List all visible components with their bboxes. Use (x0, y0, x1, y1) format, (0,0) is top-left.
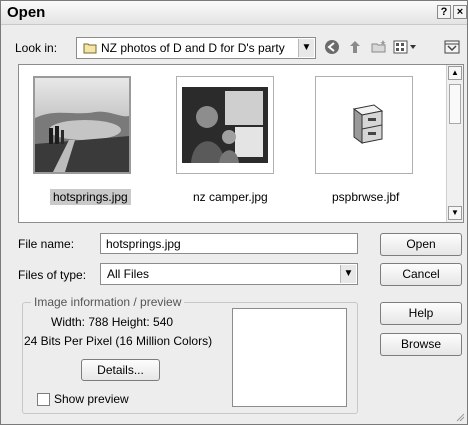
file-list[interactable]: hotsprings.jpg nz camper.jpg pspbrwse.jb… (18, 64, 464, 223)
photo-camper (177, 77, 273, 173)
file-name-value: hotsprings.jpg (106, 237, 181, 251)
open-dialog: Open ? × Look in: NZ photos of D and D f… (0, 0, 468, 425)
close-button[interactable]: × (453, 5, 467, 19)
filename-camper[interactable]: nz camper.jpg (190, 189, 271, 205)
chevron-down-icon[interactable]: ▼ (340, 265, 356, 283)
file-name-input[interactable]: hotsprings.jpg (100, 233, 358, 254)
look-in-value: NZ photos of D and D for D's party (101, 41, 285, 55)
up-folder-icon[interactable] (346, 39, 364, 57)
file-cabinet-icon (316, 77, 412, 173)
files-of-type-dropdown[interactable]: All Files ▼ (100, 263, 358, 285)
new-folder-icon[interactable] (370, 39, 388, 57)
open-button[interactable]: Open (380, 233, 462, 256)
folder-icon (83, 43, 97, 54)
image-bit-depth: 24 Bits Per Pixel (16 Million Colors) (24, 334, 213, 348)
image-dimensions: Width: 788 Height: 540 (51, 315, 174, 329)
thumbnail-hotsprings[interactable] (33, 76, 131, 174)
title-bar[interactable]: Open ? × (1, 1, 467, 25)
filename-hotsprings[interactable]: hotsprings.jpg (50, 189, 131, 205)
files-of-type-value: All Files (107, 267, 150, 281)
preview-pane (232, 308, 347, 407)
chevron-down-icon[interactable]: ▼ (298, 39, 314, 57)
show-preview-checkbox[interactable] (37, 393, 50, 406)
resize-grip-icon[interactable] (455, 412, 465, 422)
help-button[interactable]: Help (380, 302, 462, 325)
thumbnail-pspbrwse[interactable] (315, 76, 413, 174)
file-name-label: File name: (18, 237, 75, 251)
browse-button[interactable]: Browse (380, 333, 462, 356)
image-info-legend: Image information / preview (31, 295, 185, 309)
scroll-thumb[interactable] (449, 84, 461, 124)
look-in-label: Look in: (15, 41, 58, 55)
files-of-type-label: Files of type: (18, 268, 87, 282)
vertical-scrollbar[interactable]: ▲ ▼ (446, 65, 463, 222)
scroll-down-icon[interactable]: ▼ (448, 206, 462, 220)
photo-hotsprings (35, 78, 129, 172)
back-icon[interactable] (323, 39, 341, 57)
show-preview-label[interactable]: Show preview (54, 392, 129, 406)
filename-pspbrwse[interactable]: pspbrwse.jbf (329, 189, 402, 205)
thumbnail-camper[interactable] (176, 76, 274, 174)
look-in-dropdown[interactable]: NZ photos of D and D for D's party ▼ (76, 37, 316, 59)
save-icon[interactable] (443, 39, 461, 57)
view-menu-icon[interactable] (393, 39, 419, 57)
cancel-button[interactable]: Cancel (380, 263, 462, 286)
scroll-up-icon[interactable]: ▲ (448, 66, 462, 80)
help-title-button[interactable]: ? (437, 5, 451, 19)
window-title: Open (7, 4, 46, 21)
details-button[interactable]: Details... (81, 359, 160, 381)
